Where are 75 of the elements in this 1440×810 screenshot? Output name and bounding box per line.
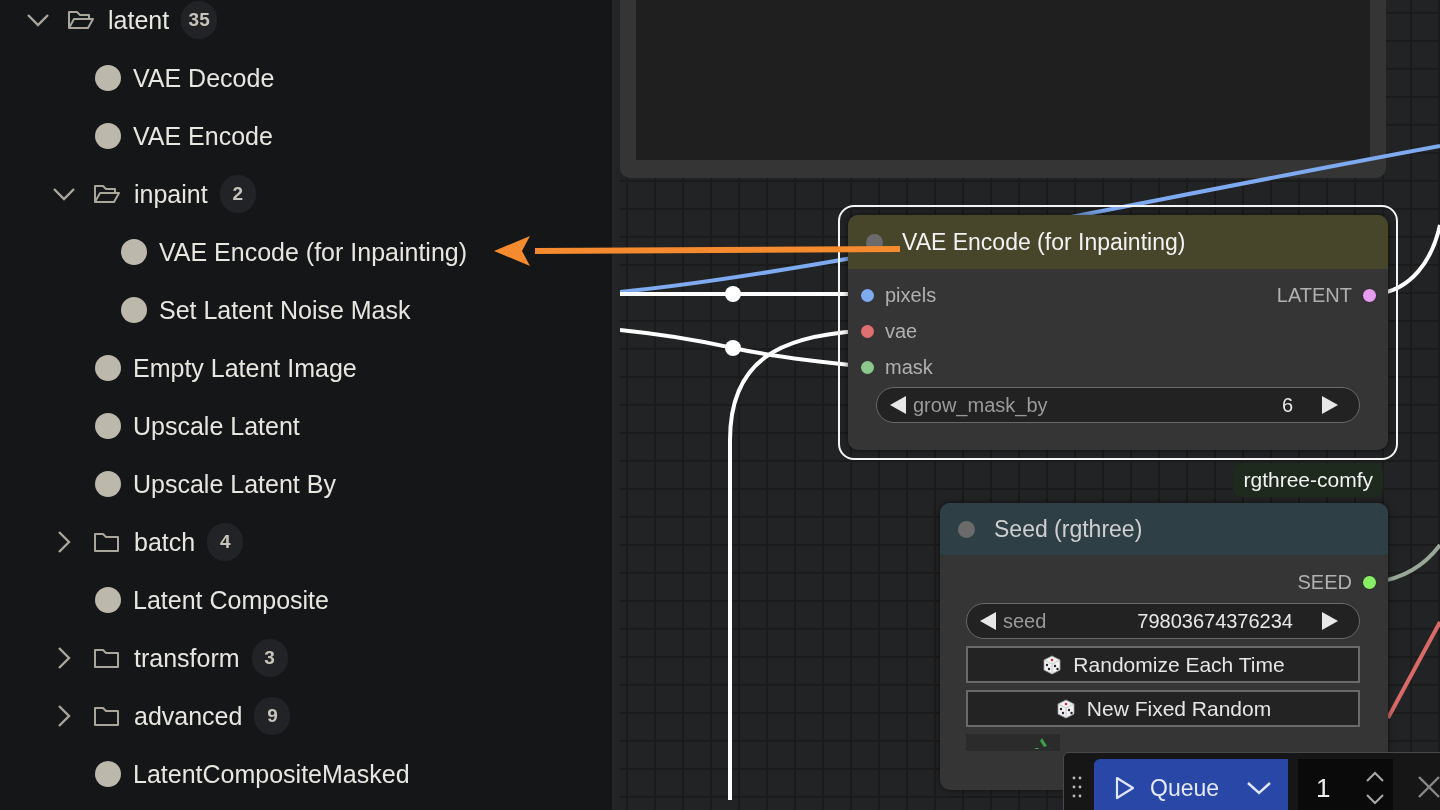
node-dot-icon xyxy=(95,587,121,613)
widget-value: 6 xyxy=(1281,393,1293,417)
node-dot-icon xyxy=(95,355,121,381)
dice-icon xyxy=(1041,653,1064,676)
node-dot-icon xyxy=(95,65,121,91)
input-slot-icon[interactable] xyxy=(861,288,874,302)
node-item[interactable]: VAE Encode xyxy=(133,121,273,151)
folder-icon xyxy=(93,646,121,670)
number-widget[interactable]: grow_mask_by 6 xyxy=(876,387,1360,423)
input-label: vae xyxy=(885,319,918,343)
increment-arrow-icon[interactable] xyxy=(1321,395,1339,415)
reroute-dot[interactable] xyxy=(725,340,741,356)
input-slot-icon[interactable] xyxy=(861,360,874,374)
folder-label[interactable]: batch xyxy=(134,527,196,557)
item-count: 35 xyxy=(181,1,218,39)
node-badge: rgthree-comfy xyxy=(1233,463,1383,497)
folder-label[interactable]: transform xyxy=(134,643,240,673)
node-dot-icon xyxy=(121,297,147,323)
play-icon xyxy=(1114,776,1136,800)
step-down-icon[interactable] xyxy=(1365,793,1385,805)
folder-label[interactable]: inpaint xyxy=(134,179,208,209)
input-label: pixels xyxy=(885,283,937,307)
decrement-arrow-icon[interactable] xyxy=(979,611,997,631)
node-title-bar[interactable]: Seed (rgthree) xyxy=(940,503,1388,555)
node-item[interactable]: VAE Decode xyxy=(133,63,275,93)
item-count: 3 xyxy=(251,639,288,677)
widget-label: seed xyxy=(1003,609,1047,633)
batch-count-field[interactable]: 1 xyxy=(1298,759,1393,810)
node-title: Seed (rgthree) xyxy=(994,515,1143,543)
node-dot-icon xyxy=(95,471,121,497)
decrement-arrow-icon[interactable] xyxy=(889,395,907,415)
folder-icon xyxy=(93,530,121,554)
collapse-dot-icon[interactable] xyxy=(958,520,975,538)
node-button[interactable]: New Fixed Random xyxy=(966,690,1360,727)
reroute-dot[interactable] xyxy=(725,286,741,302)
node-item[interactable]: Latent Composite xyxy=(133,585,329,615)
drag-handle-icon[interactable] xyxy=(1072,775,1082,799)
graph-node[interactable]: VAE Encode (for Inpainting) pixels LATENT vae mask grow_mask_by 6 xyxy=(848,215,1388,450)
node-dot-icon xyxy=(95,761,121,787)
input-slot-icon[interactable] xyxy=(861,324,874,338)
folder-label[interactable]: latent xyxy=(108,5,170,35)
widget-label: grow_mask_by xyxy=(913,393,1048,417)
item-count: 9 xyxy=(254,697,291,735)
input-label: mask xyxy=(885,355,933,379)
output-label: SEED xyxy=(1297,570,1352,594)
node-item[interactable]: LatentCompositeMasked xyxy=(133,759,410,789)
dice-icon xyxy=(1054,697,1077,720)
item-count: 4 xyxy=(207,523,244,561)
widget-value: 79803674376234 xyxy=(1137,609,1293,633)
node-item[interactable]: VAE Encode (for Inpainting) xyxy=(159,237,468,267)
dropdown-caret-icon[interactable] xyxy=(1246,780,1272,796)
node-title: VAE Encode (for Inpainting) xyxy=(902,228,1186,256)
output-slot-icon[interactable] xyxy=(1362,287,1377,303)
node-item[interactable]: Upscale Latent By xyxy=(133,469,336,499)
folder-label[interactable]: advanced xyxy=(134,701,243,731)
node-item[interactable]: Set Latent Noise Mask xyxy=(159,295,411,325)
output-slot-icon[interactable] xyxy=(1362,574,1377,590)
node-button[interactable] xyxy=(966,734,1060,751)
increment-arrow-icon[interactable] xyxy=(1321,611,1339,631)
node-title-bar[interactable]: VAE Encode (for Inpainting) xyxy=(848,215,1388,269)
open-folder-icon xyxy=(93,182,121,206)
open-folder-icon xyxy=(67,8,95,32)
node-dot-icon xyxy=(95,123,121,149)
close-icon[interactable] xyxy=(1417,775,1440,799)
node-item[interactable]: Upscale Latent xyxy=(133,411,300,441)
item-count: 2 xyxy=(219,175,256,213)
node-button[interactable]: Randomize Each Time xyxy=(966,646,1360,683)
folder-icon xyxy=(93,704,121,728)
number-widget[interactable]: seed 79803674376234 xyxy=(966,603,1360,639)
node-item[interactable]: Empty Latent Image xyxy=(133,353,357,383)
output-label: LATENT xyxy=(1276,283,1352,307)
node-dot-icon xyxy=(121,239,147,265)
queue-button[interactable]: Queue xyxy=(1094,759,1288,810)
step-up-icon[interactable] xyxy=(1365,771,1385,783)
node-dot-icon xyxy=(95,413,121,439)
